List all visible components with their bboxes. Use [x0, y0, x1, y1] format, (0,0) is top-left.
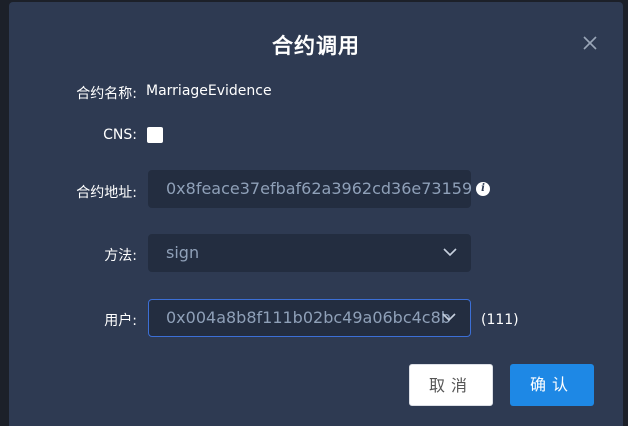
contract-name-label: 合约名称: — [76, 86, 137, 102]
user-selected-value: 0x004a8b8f111b02bc49a06bc4c8b — [166, 308, 451, 327]
confirm-button[interactable]: 确认 — [510, 364, 594, 406]
method-select[interactable]: sign — [148, 234, 471, 272]
user-select[interactable]: 0x004a8b8f111b02bc49a06bc4c8b — [148, 299, 471, 337]
user-label: 用户: — [104, 313, 137, 329]
cns-label: CNS: — [103, 127, 137, 143]
chevron-down-icon — [443, 248, 457, 257]
contract-name-value: MarriageEvidence — [146, 83, 272, 99]
dialog-title: 合约调用 — [272, 34, 360, 58]
cns-checkbox[interactable] — [147, 127, 163, 143]
contract-call-dialog: 合约调用 合约名称: MarriageEvidence CNS: 合约地址: 0… — [9, 2, 623, 426]
contract-address-label: 合约地址: — [76, 185, 137, 201]
contract-address-value: 0x8feace37efbaf62a3962cd36e73159 — [166, 179, 471, 198]
chevron-down-icon — [442, 313, 456, 322]
cancel-button[interactable]: 取消 — [409, 364, 493, 406]
method-label: 方法: — [104, 248, 137, 264]
contract-address-input[interactable]: 0x8feace37efbaf62a3962cd36e73159 — [148, 170, 471, 208]
user-suffix: (111) — [481, 312, 519, 328]
info-icon[interactable]: i — [476, 182, 490, 196]
close-icon[interactable] — [581, 34, 599, 52]
method-selected-value: sign — [166, 243, 200, 262]
